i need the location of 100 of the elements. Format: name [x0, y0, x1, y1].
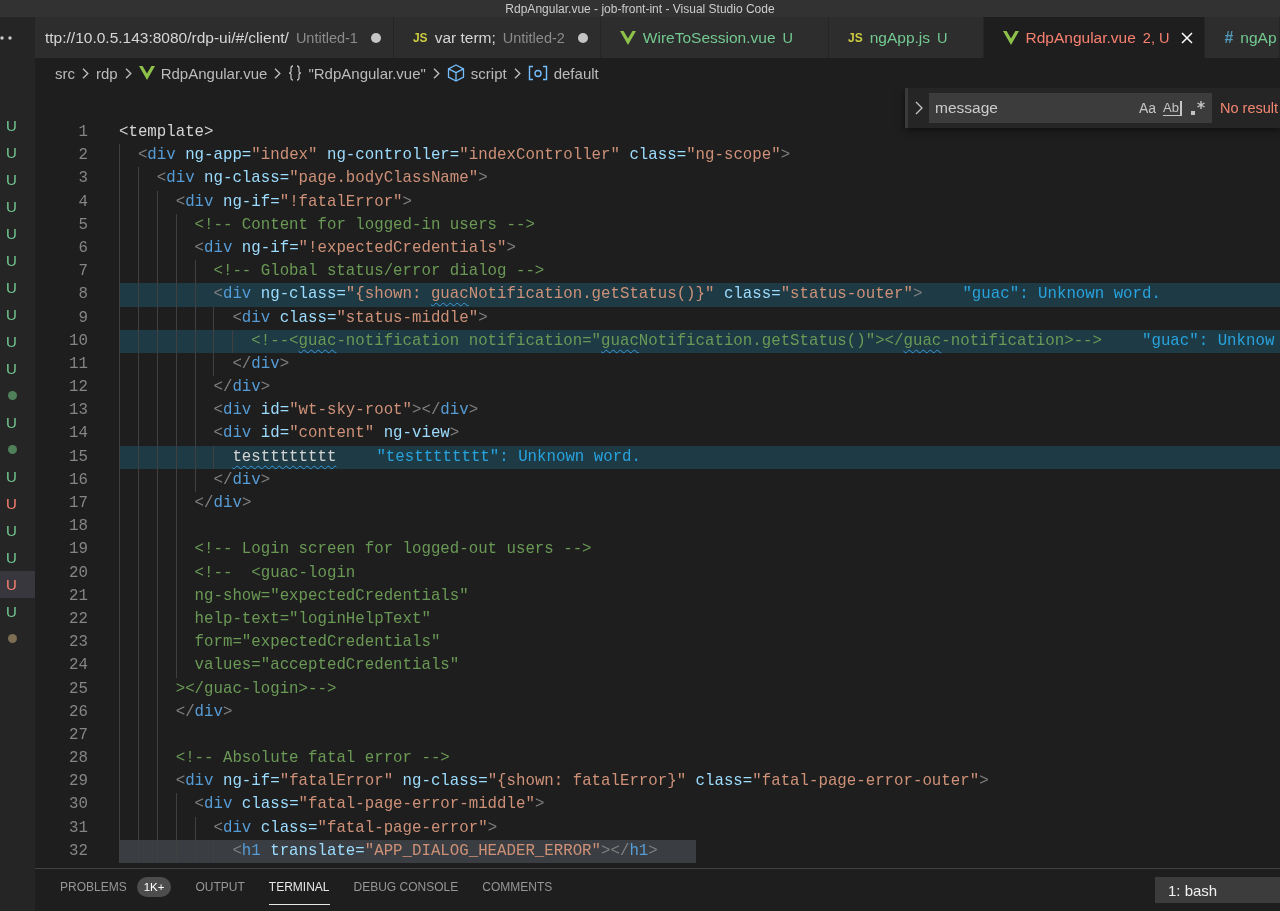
file-type-icon	[619, 30, 636, 45]
git-status-letter: U	[6, 117, 17, 134]
git-status-letter: U	[6, 171, 17, 188]
breadcrumb-item[interactable]: default	[527, 64, 599, 82]
editor-tab[interactable]: RdpAngular.vue 2, U	[983, 17, 1206, 58]
code-line: </div>	[175, 701, 233, 723]
line-number: 14	[69, 424, 88, 443]
cube-icon	[446, 64, 465, 82]
line-number: 3	[78, 169, 88, 188]
code-line: <div class="fatal-page-error-middle">	[194, 794, 545, 816]
find-input-field[interactable]: message Aa Ab	[929, 93, 1212, 123]
breadcrumb-item[interactable]: script	[446, 64, 507, 82]
code-line: <h1 translate="APP_DIALOG_HEADER_ERROR"></h1>	[232, 840, 658, 862]
whole-word-button[interactable]: Ab	[1160, 97, 1185, 119]
file-type-icon	[1002, 30, 1019, 45]
editor-tab[interactable]: ttp://10.0.5.143:8080/rdp-ui/#/client/ Untitled-1	[35, 17, 394, 58]
editor-tab[interactable]: JS ngApp.js U	[829, 17, 984, 58]
code-line: <!--<guac-notification notification="guacNotification.getStatus()"></guac-notification>-->	[251, 330, 1102, 352]
count-badge: 1K+	[136, 876, 172, 897]
git-status-letter: U	[6, 603, 17, 620]
code-line: </div>	[194, 493, 252, 514]
editor-tab[interactable]: # ngAp	[1205, 17, 1280, 58]
line-number: 17	[69, 494, 88, 512]
line-number: 32	[69, 841, 88, 860]
git-status-letter: U	[6, 225, 17, 242]
panel-tab[interactable]: DEBUG CONSOLE	[353, 869, 459, 905]
code-line: <!-- Absolute fatal error -->	[175, 748, 450, 770]
panel-tab[interactable]: COMMENTS	[482, 869, 553, 905]
line-number: 28	[69, 749, 88, 768]
breadcrumb-item[interactable]: src	[55, 64, 75, 82]
code-line: <!-- <guac-login	[194, 562, 356, 584]
find-result-text: No result	[1220, 100, 1279, 116]
panel-tab[interactable]: TERMINAL	[268, 869, 330, 905]
line-number: 2	[78, 146, 88, 165]
breadcrumb-item[interactable]: "RdpAngular.vue"	[288, 64, 426, 82]
indent-guide	[232, 329, 234, 353]
code-line: <div ng-class="{shown: guacNotification.getStatus()}" class="status-outer">	[213, 284, 923, 306]
chevron-right-icon	[274, 67, 282, 79]
code-line: <div class="status-middle">	[232, 307, 488, 329]
code-line: <!-- Content for logged-in users -->	[194, 214, 535, 236]
more-icon[interactable]	[0, 35, 13, 40]
git-status-letter: U	[6, 522, 17, 539]
chevron-right-icon	[513, 67, 521, 79]
code-line: testttttttt	[232, 446, 337, 468]
code-line: values="acceptedCredentials"	[194, 655, 460, 677]
code-line: <template>	[119, 122, 214, 143]
panel-tab[interactable]: PROBLEMS 1K+	[60, 869, 172, 905]
line-number: 15	[69, 447, 88, 466]
code-line: ></guac-login>-->	[175, 678, 337, 700]
line-number: 11	[69, 354, 88, 373]
line-number: 30	[69, 795, 88, 814]
git-status-letter: U	[6, 144, 17, 161]
code-line: <div ng-class="page.bodyClassName">	[156, 168, 488, 190]
file-type-icon	[138, 66, 155, 80]
indent-guide	[213, 445, 215, 469]
line-number: 1	[78, 123, 88, 141]
line-number: 18	[69, 517, 88, 536]
breadcrumb-item[interactable]: rdp	[96, 64, 118, 82]
chevron-right-icon	[82, 67, 89, 79]
editor-tab[interactable]: JS var term; Untitled-2	[393, 17, 601, 58]
diagnostic-message: "guac": Unknow	[1142, 330, 1275, 352]
terminal-dropdown[interactable]: 1: bash	[1155, 877, 1280, 903]
git-status-letter: U	[6, 495, 17, 512]
line-number: 31	[69, 818, 88, 837]
line-number: 27	[69, 725, 88, 744]
git-status-letter: U	[6, 279, 17, 296]
line-number: 29	[69, 772, 88, 791]
line-number: 10	[69, 331, 88, 350]
line-number: 6	[78, 238, 88, 257]
selected-row-highlight[interactable]: U	[0, 571, 35, 598]
line-number: 19	[69, 540, 88, 559]
git-status-letter: U	[6, 549, 17, 566]
panel-tab[interactable]: OUTPUT	[195, 869, 245, 905]
code-line: </div>	[213, 377, 271, 399]
unsaved-dot-icon	[577, 32, 588, 43]
line-number: 26	[69, 702, 88, 721]
line-number: 16	[69, 470, 88, 489]
git-status-letter: U	[6, 414, 17, 431]
code-line: <div ng-if="!expectedCredentials">	[194, 237, 516, 259]
code-line: <div class="fatal-page-error">	[213, 817, 498, 839]
code-line: <div ng-if="!fatalError">	[175, 191, 412, 213]
code-line: <div ng-app="index" ng-controller="indexController" class="ng-scope">	[137, 145, 791, 167]
breadcrumb-item[interactable]: RdpAngular.vue	[138, 64, 268, 82]
chevron-right-icon	[432, 67, 440, 79]
line-number: 9	[78, 308, 88, 327]
regex-icon	[1189, 100, 1206, 116]
code-line: </div>	[232, 353, 290, 375]
editor-tab[interactable]: WireToSession.vue U	[600, 17, 829, 58]
code-line: <div id="wt-sky-root"></div>	[213, 400, 479, 422]
line-number: 4	[78, 192, 88, 211]
code-line: help-text="loginHelpText"	[194, 608, 431, 630]
code-line: <!-- Login screen for logged-out users -->	[194, 539, 592, 561]
git-status-letter: U	[6, 468, 17, 485]
unsaved-dot-icon	[370, 32, 381, 43]
match-case-button[interactable]: Aa	[1135, 97, 1160, 119]
line-number: 22	[69, 609, 88, 628]
line-number: 23	[69, 633, 88, 652]
line-number: 24	[69, 656, 88, 675]
git-status-letter: U	[6, 252, 17, 269]
close-icon[interactable]	[1181, 31, 1194, 44]
